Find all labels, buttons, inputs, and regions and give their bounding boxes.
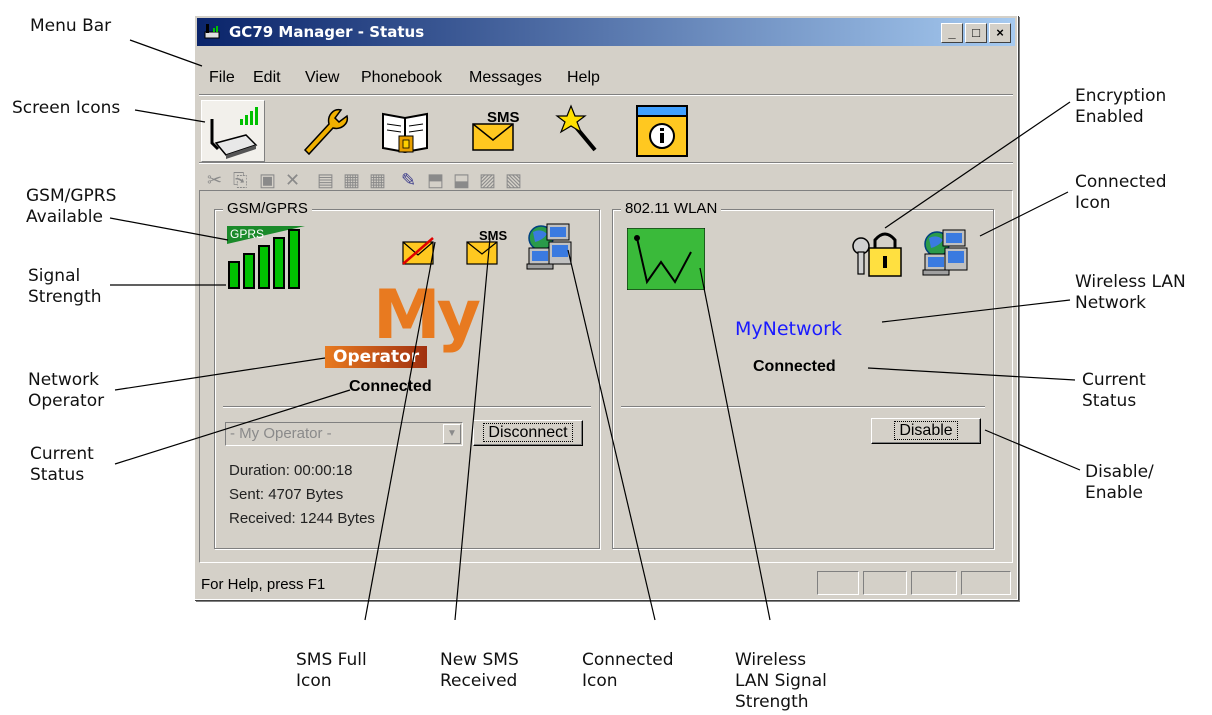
callout-gsm-gprs-available: GSM/GPRS Available <box>26 186 117 227</box>
chevron-down-icon[interactable]: ▼ <box>443 424 461 444</box>
sms-envelope-icon: SMS <box>472 109 520 151</box>
callout-screen-icons: Screen Icons <box>12 98 121 118</box>
wlan-group: 802.11 WLAN MyNetwork Connected Disable <box>612 200 994 549</box>
callout-current-status-right: Current Status <box>1082 370 1146 411</box>
phonebook-small-icon[interactable]: ▤ <box>317 170 334 191</box>
window-title: GC79 Manager - Status <box>229 23 425 41</box>
status-panel-3 <box>911 571 957 595</box>
operator-logo-operator: Operator <box>325 346 428 368</box>
disconnect-button-label: Disconnect <box>483 423 573 442</box>
callout-encryption-enabled: Encryption Enabled <box>1075 86 1167 127</box>
disconnect-button[interactable]: Disconnect <box>473 420 583 446</box>
menu-view[interactable]: View <box>305 69 339 87</box>
callout-new-sms-received: New SMS Received <box>440 650 519 691</box>
callout-menu-bar: Menu Bar <box>30 16 112 36</box>
gsm-gprs-group-label: GSM/GPRS <box>223 200 312 217</box>
wlan-connected-icon <box>922 229 968 276</box>
app-window: GC79 Manager - Status _ □ × File Edit Vi… <box>194 15 1018 600</box>
wrench-icon <box>303 108 349 156</box>
wizard-screen-button[interactable] <box>551 100 613 160</box>
new-sms-icon: SMS <box>466 228 508 265</box>
messages-screen-button[interactable]: SMS <box>465 100 527 160</box>
send-icon[interactable]: ▨ <box>479 170 496 191</box>
wlan-network-name: MyNetwork <box>735 318 842 340</box>
reply-icon[interactable]: ⬒ <box>427 170 444 191</box>
operator-select[interactable]: - My Operator - ▼ <box>225 422 463 446</box>
info-icon <box>636 105 688 157</box>
gsm-connected-icon <box>526 223 572 270</box>
forward-icon[interactable]: ⬓ <box>453 170 470 191</box>
disable-button-label: Disable <box>894 421 958 440</box>
title-bar[interactable]: GC79 Manager - Status _ □ × <box>197 18 1015 46</box>
operator-logo-my: My <box>373 276 481 355</box>
new-message-icon[interactable]: ✎ <box>401 170 416 191</box>
main-pane: GSM/GPRS GPRS SMS My Operator Connected … <box>199 190 1013 563</box>
app-icon <box>204 24 220 39</box>
modem-status-icon <box>210 107 258 159</box>
callout-wireless-lan-network: Wireless LAN Network <box>1075 272 1186 313</box>
toolbar-separator <box>199 162 1013 164</box>
gprs-signal-icon: GPRS <box>227 226 305 289</box>
operator-select-value: - My Operator - <box>230 425 332 442</box>
wlan-separator <box>621 406 985 408</box>
menu-edit[interactable]: Edit <box>253 69 281 87</box>
close-button[interactable]: × <box>989 23 1011 43</box>
disable-button[interactable]: Disable <box>871 418 981 444</box>
phonebook-screen-button[interactable] <box>375 100 437 160</box>
status-bar: For Help, press F1 <box>197 569 1015 597</box>
duration-text: Duration: 00:00:18 <box>229 462 353 479</box>
copy-icon[interactable]: ⎘ <box>233 170 247 191</box>
magic-wand-icon <box>555 104 597 152</box>
copy-from-sim-icon[interactable]: ▦ <box>369 170 386 191</box>
cut-icon[interactable]: ✂ <box>207 170 222 191</box>
phonebook-icon <box>382 112 428 154</box>
sms-full-icon <box>402 237 434 265</box>
paste-icon[interactable]: ▣ <box>259 170 276 191</box>
copy-to-sim-icon[interactable]: ▦ <box>343 170 360 191</box>
delete-icon[interactable]: ✕ <box>285 170 300 191</box>
settings-screen-button[interactable] <box>291 100 353 160</box>
status-screen-button[interactable] <box>201 100 265 162</box>
status-panel-2 <box>863 571 907 595</box>
callout-network-operator: Network Operator <box>28 370 105 411</box>
operator-logo: My Operator <box>325 276 495 384</box>
menu-bar: File Edit View Phonebook Messages Help <box>197 64 1015 92</box>
callout-sms-full-icon: SMS Full Icon <box>296 650 367 691</box>
status-panel-4 <box>961 571 1011 595</box>
callout-signal-strength: Signal Strength <box>28 266 102 307</box>
menu-file[interactable]: File <box>209 69 235 87</box>
status-help-text: For Help, press F1 <box>201 576 326 593</box>
wlan-group-label: 802.11 WLAN <box>621 200 722 217</box>
menu-separator <box>199 94 1013 96</box>
gprs-available-text: GPRS <box>230 227 264 241</box>
menu-phonebook[interactable]: Phonebook <box>361 69 442 87</box>
menu-messages[interactable]: Messages <box>469 69 542 87</box>
gsm-separator <box>223 406 591 408</box>
receive-icon[interactable]: ▧ <box>505 170 522 191</box>
status-panel-1 <box>817 571 859 595</box>
sms-text: SMS <box>487 109 520 126</box>
wlan-signal-icon <box>627 228 705 290</box>
sent-bytes-text: Sent: 4707 Bytes <box>229 486 344 503</box>
maximize-button[interactable]: □ <box>965 23 987 43</box>
menu-help[interactable]: Help <box>567 69 600 87</box>
gsm-gprs-group: GSM/GPRS GPRS SMS My Operator Connected … <box>214 200 600 549</box>
callout-connected-icon-bottom: Connected Icon <box>582 650 674 691</box>
minimize-button[interactable]: _ <box>941 23 963 43</box>
new-sms-text: SMS <box>479 228 508 243</box>
callout-wireless-lan-signal: Wireless LAN Signal Strength <box>735 650 827 712</box>
gsm-status-text: Connected <box>349 378 432 395</box>
about-screen-button[interactable] <box>631 100 693 160</box>
wlan-status-text: Connected <box>753 358 836 375</box>
lock-icon <box>852 232 902 277</box>
callout-connected-icon-right: Connected Icon <box>1075 172 1167 213</box>
callout-current-status-left: Current Status <box>30 444 94 485</box>
callout-disable-enable: Disable/ Enable <box>1085 462 1154 503</box>
received-bytes-text: Received: 1244 Bytes <box>229 510 375 527</box>
